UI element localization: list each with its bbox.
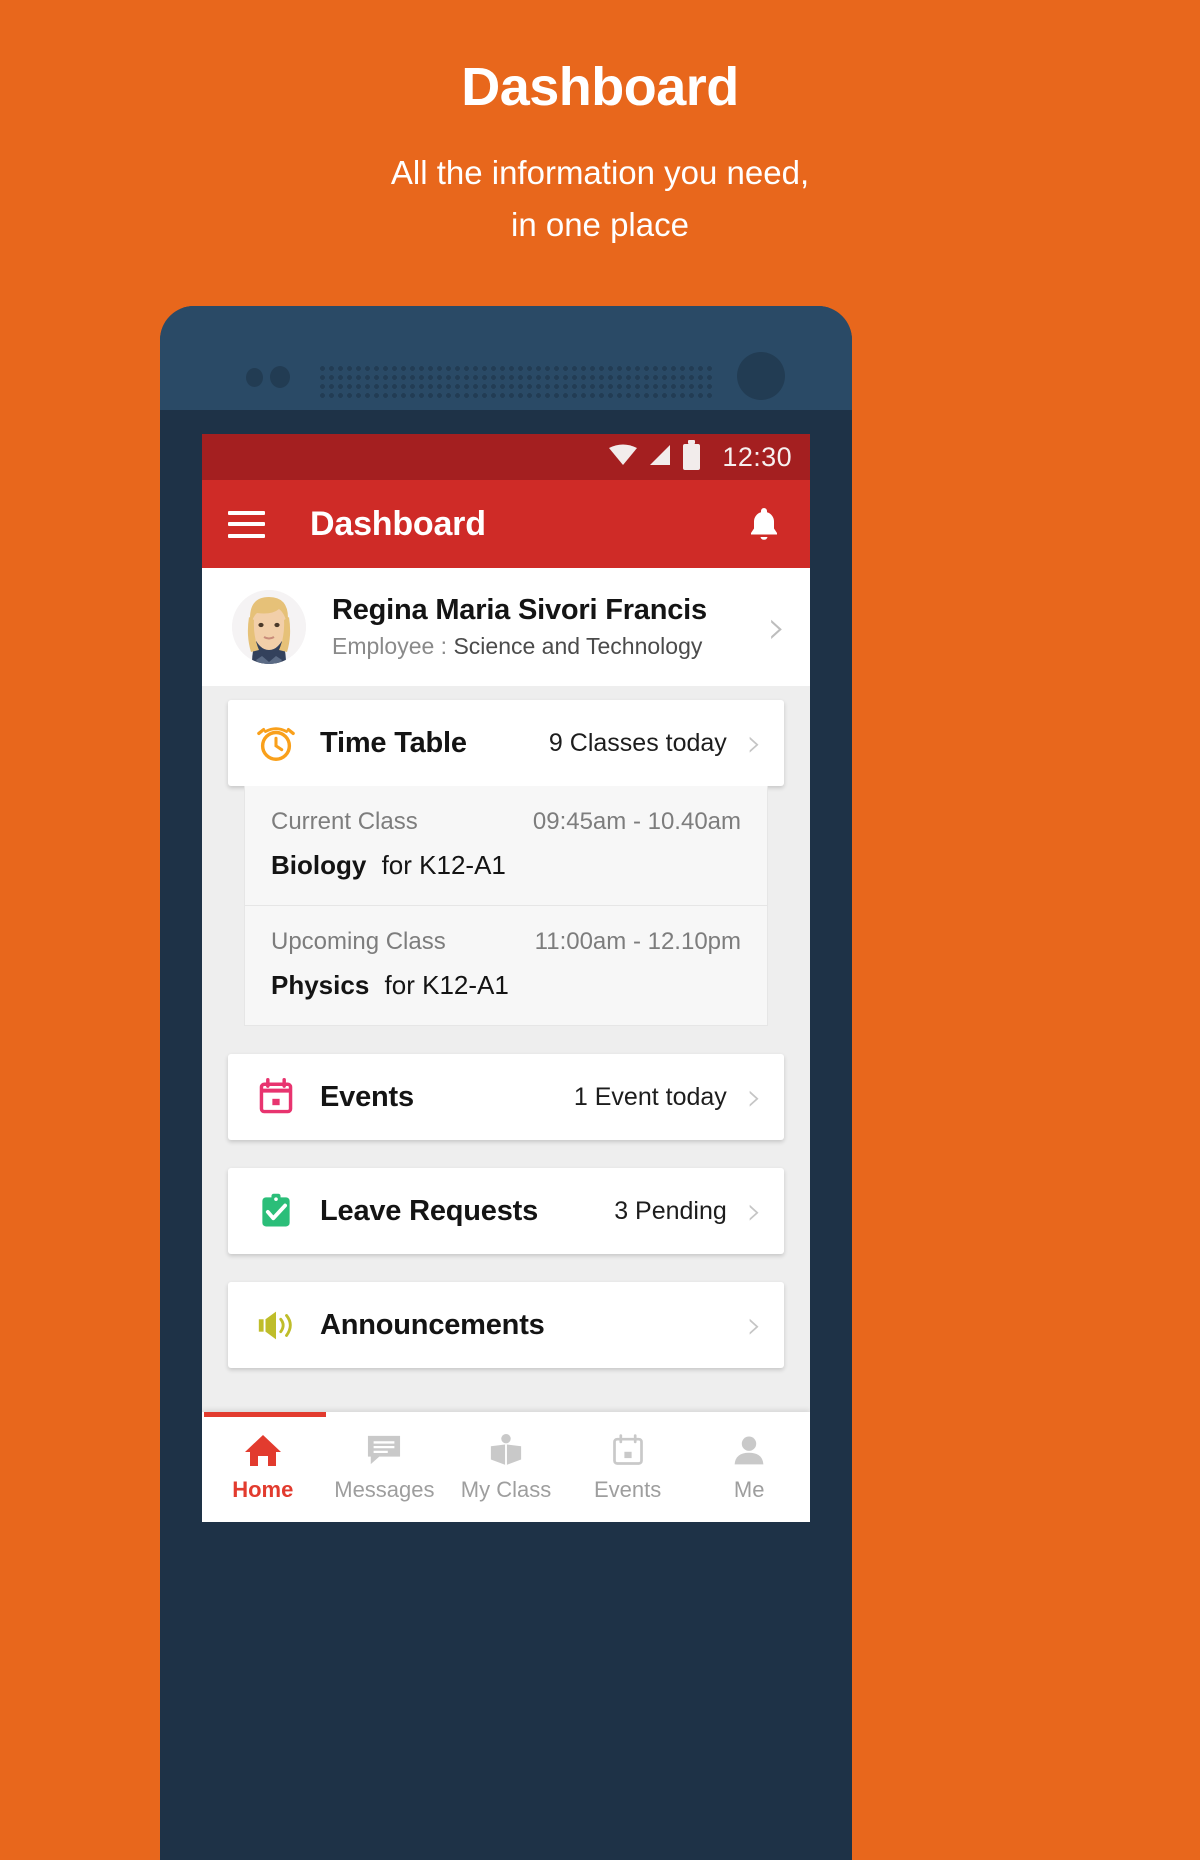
app-screen: 12:30 Dashboard Regina Maria Sivori Fran…	[202, 434, 810, 1522]
nav-item-my-class[interactable]: My Class	[445, 1412, 567, 1503]
promo-header: Dashboard All the information you need, …	[0, 0, 1200, 250]
calendar-icon	[254, 1077, 298, 1117]
promo-subtitle: All the information you need, in one pla…	[0, 147, 1200, 249]
chevron-right-icon[interactable]: ›	[747, 724, 762, 762]
card-announcements[interactable]: Announcements ›	[228, 1282, 784, 1368]
class-label: Current Class	[271, 808, 418, 835]
bell-icon[interactable]	[748, 506, 780, 542]
app-bar: Dashboard	[202, 480, 810, 568]
phone-front-camera-icon	[737, 352, 785, 400]
nav-label: Me	[733, 1477, 765, 1502]
clipboard-check-icon	[254, 1191, 298, 1231]
nav-item-me[interactable]: Me	[688, 1412, 810, 1503]
card-title: Announcements	[320, 1308, 545, 1341]
page-title: Dashboard	[310, 504, 486, 543]
nav-item-home[interactable]: Home	[202, 1412, 324, 1503]
alarm-clock-icon	[254, 722, 298, 764]
promo-title: Dashboard	[461, 57, 739, 117]
class-detail-box: Current Class 09:45am - 10.40am Biology …	[244, 786, 768, 1026]
class-time: 09:45am - 10.40am	[532, 808, 741, 835]
signal-icon	[648, 444, 672, 471]
battery-icon	[683, 440, 701, 470]
profile-name: Regina Maria Sivori Francis	[332, 594, 707, 626]
class-row-upcoming[interactable]: Upcoming Class 11:00am - 12.10pm Physics…	[245, 905, 767, 1025]
hamburger-icon[interactable]	[228, 510, 265, 538]
calendar-icon	[610, 1430, 646, 1470]
card-time-table[interactable]: Time Table 9 Classes today ›	[228, 700, 784, 786]
class-label: Upcoming Class	[271, 928, 446, 955]
nav-label: Home	[232, 1477, 294, 1502]
bottom-navigation: Home Messages My Class Events Me	[202, 1412, 810, 1522]
class-subject: Biology	[271, 850, 367, 880]
nav-label: My Class	[460, 1477, 552, 1502]
promo-subtitle-line-2: in one place	[511, 205, 689, 243]
nav-item-messages[interactable]: Messages	[324, 1412, 446, 1503]
chevron-right-icon[interactable]: ›	[768, 604, 786, 650]
chevron-right-icon[interactable]: ›	[747, 1192, 762, 1230]
promo-subtitle-line-1: All the information you need,	[390, 154, 810, 192]
status-bar-time: 12:30	[722, 441, 792, 472]
nav-item-events[interactable]: Events	[567, 1412, 689, 1503]
profile-role-label: Employee :	[332, 633, 448, 659]
class-time: 11:00am - 12.10pm	[534, 928, 741, 955]
nav-label: Messages	[334, 1477, 435, 1502]
chevron-right-icon[interactable]: ›	[747, 1306, 762, 1344]
class-subject: Physics	[271, 970, 370, 1000]
message-icon	[365, 1430, 403, 1470]
megaphone-icon	[254, 1304, 298, 1346]
phone-speaker-grille	[318, 364, 716, 400]
card-title: Leave Requests	[320, 1194, 539, 1227]
dashboard-content: Time Table 9 Classes today › Current Cla…	[202, 686, 810, 1368]
chevron-right-icon[interactable]: ›	[747, 1078, 762, 1116]
class-section: for K12-A1	[384, 970, 509, 1000]
card-title: Events	[320, 1080, 414, 1113]
phone-sensor-secondary-icon	[270, 366, 290, 388]
person-icon	[731, 1430, 767, 1470]
nav-label: Events	[593, 1477, 662, 1502]
profile-role-value: Science and Technology	[453, 633, 703, 659]
card-meta: 1 Event today	[573, 1082, 727, 1111]
book-icon	[487, 1430, 525, 1470]
card-title: Time Table	[320, 726, 467, 759]
phone-sensor-icon	[246, 368, 263, 387]
card-leave-requests[interactable]: Leave Requests 3 Pending ›	[228, 1168, 784, 1254]
status-bar: 12:30	[202, 434, 810, 480]
class-section: for K12-A1	[381, 850, 506, 880]
active-tab-indicator	[204, 1412, 326, 1417]
profile-row[interactable]: Regina Maria Sivori Francis Employee : S…	[202, 568, 810, 686]
card-events[interactable]: Events 1 Event today ›	[228, 1054, 784, 1140]
wifi-icon	[609, 444, 638, 470]
avatar	[232, 590, 306, 664]
card-meta: 3 Pending	[614, 1196, 727, 1225]
card-meta: 9 Classes today	[548, 728, 727, 757]
class-row-current[interactable]: Current Class 09:45am - 10.40am Biology …	[245, 786, 767, 905]
home-icon	[243, 1430, 283, 1470]
profile-role: Employee : Science and Technology	[332, 633, 768, 660]
